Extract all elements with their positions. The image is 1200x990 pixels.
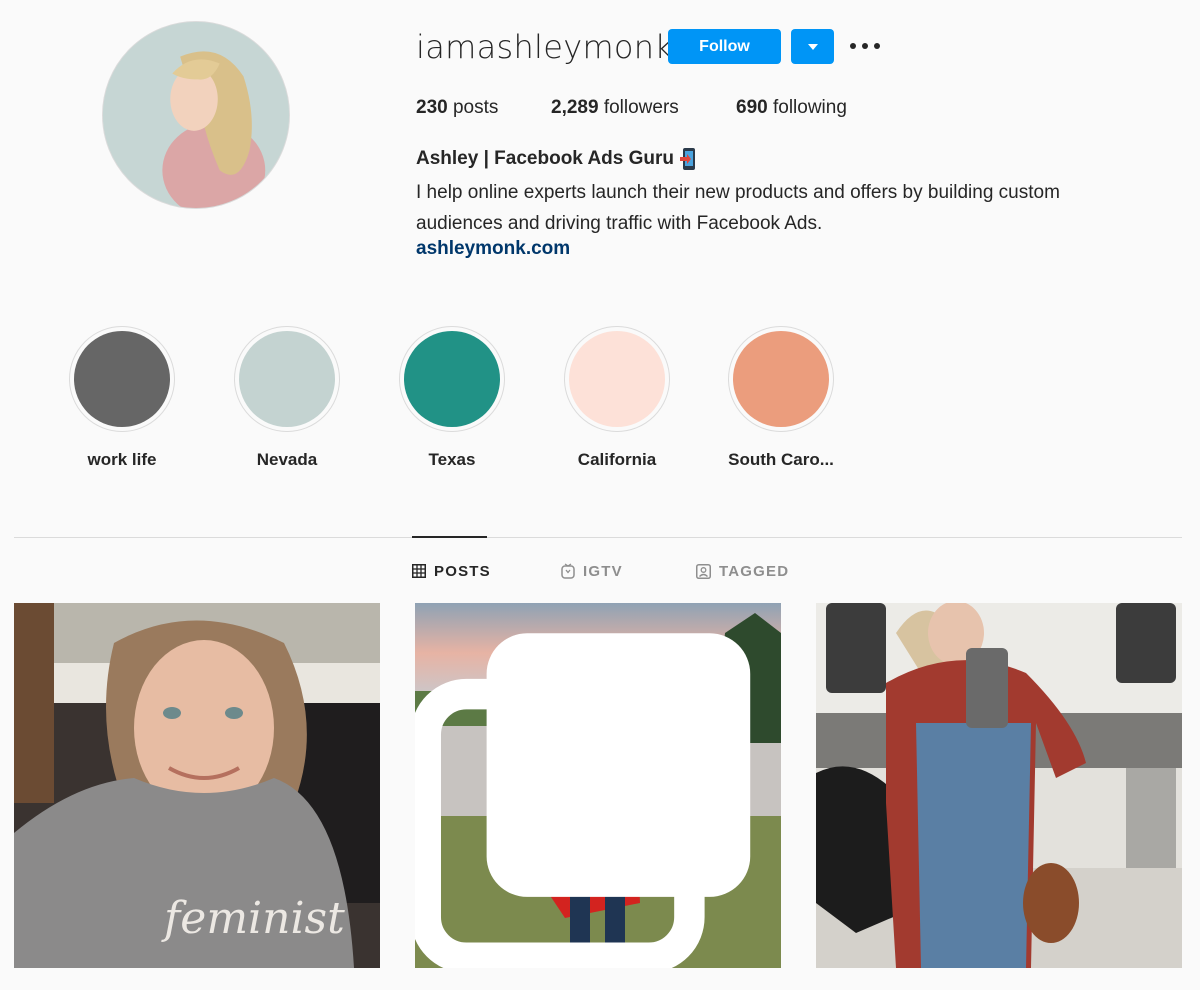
following-count-label: following bbox=[772, 97, 847, 118]
tagged-icon bbox=[696, 563, 711, 579]
highlight-nevada[interactable]: Nevada bbox=[217, 326, 357, 470]
highlight-california[interactable]: California bbox=[547, 326, 687, 470]
tabs-divider bbox=[14, 537, 1182, 538]
profile-bio: I help online experts launch their new p… bbox=[416, 182, 1060, 234]
tab-tagged[interactable]: TAGGED bbox=[696, 561, 789, 581]
followers-link[interactable]: 2,289 followers bbox=[551, 97, 679, 119]
post-photo bbox=[816, 603, 1182, 968]
following-link[interactable]: 690 following bbox=[736, 97, 847, 119]
tab-igtv-label: IGTV bbox=[583, 562, 623, 580]
igtv-icon bbox=[561, 563, 575, 579]
mobile-phone-arrow-icon bbox=[680, 147, 698, 171]
tab-posts-label: POSTS bbox=[434, 562, 491, 580]
highlight-label: California bbox=[577, 450, 657, 469]
profile-website-link[interactable]: ashleymonk.com bbox=[416, 238, 570, 260]
following-count-value: 690 bbox=[736, 97, 768, 118]
grid-icon bbox=[412, 564, 426, 578]
post-thumbnail[interactable] bbox=[816, 603, 1182, 968]
highlight-ring bbox=[728, 326, 834, 432]
highlight-ring bbox=[564, 326, 670, 432]
highlight-label: work life bbox=[87, 450, 157, 469]
highlight-work-life[interactable]: work life bbox=[52, 326, 192, 470]
more-dot-icon bbox=[850, 43, 856, 49]
profile-full-name: Ashley | Facebook Ads Guru bbox=[416, 147, 698, 171]
more-dot-icon bbox=[862, 43, 868, 49]
tab-igtv[interactable]: IGTV bbox=[561, 561, 623, 581]
highlight-ring bbox=[234, 326, 340, 432]
profile-avatar[interactable] bbox=[102, 21, 290, 209]
post-thumbnail[interactable] bbox=[415, 603, 781, 968]
full-name-text: Ashley | Facebook Ads Guru bbox=[416, 148, 675, 169]
highlight-texas[interactable]: Texas bbox=[382, 326, 522, 470]
post-thumbnail[interactable]: feminist bbox=[14, 603, 380, 968]
posts-count-label: posts bbox=[452, 97, 499, 118]
highlight-cover bbox=[239, 331, 335, 427]
followers-count-value: 2,289 bbox=[551, 97, 599, 118]
chevron-down-icon bbox=[807, 43, 818, 50]
posts-count: 230 posts bbox=[416, 97, 498, 119]
followers-count-label: followers bbox=[603, 97, 679, 118]
profile-username: iamashleymonk bbox=[416, 28, 674, 66]
highlight-label: Nevada bbox=[256, 450, 318, 469]
highlight-cover bbox=[74, 331, 170, 427]
follow-button[interactable]: Follow bbox=[668, 29, 781, 64]
more-options-button[interactable] bbox=[850, 36, 880, 56]
active-tab-indicator bbox=[412, 536, 487, 538]
tab-tagged-label: TAGGED bbox=[719, 562, 790, 580]
highlight-label: Texas bbox=[428, 450, 476, 469]
tab-posts[interactable]: POSTS bbox=[412, 561, 491, 581]
highlight-south-carolina[interactable]: South Caro... bbox=[711, 326, 851, 470]
svg-text:feminist: feminist bbox=[161, 893, 345, 944]
highlight-label: South Caro... bbox=[728, 450, 834, 469]
highlight-ring bbox=[399, 326, 505, 432]
avatar-photo bbox=[103, 22, 289, 208]
highlight-cover bbox=[733, 331, 829, 427]
carousel-icon bbox=[415, 633, 751, 968]
posts-count-value: 230 bbox=[416, 97, 448, 118]
highlight-ring bbox=[69, 326, 175, 432]
highlight-cover bbox=[404, 331, 500, 427]
suggested-accounts-button[interactable] bbox=[791, 29, 834, 64]
highlight-cover bbox=[569, 331, 665, 427]
more-dot-icon bbox=[874, 43, 880, 49]
post-photo: feminist bbox=[14, 603, 380, 968]
